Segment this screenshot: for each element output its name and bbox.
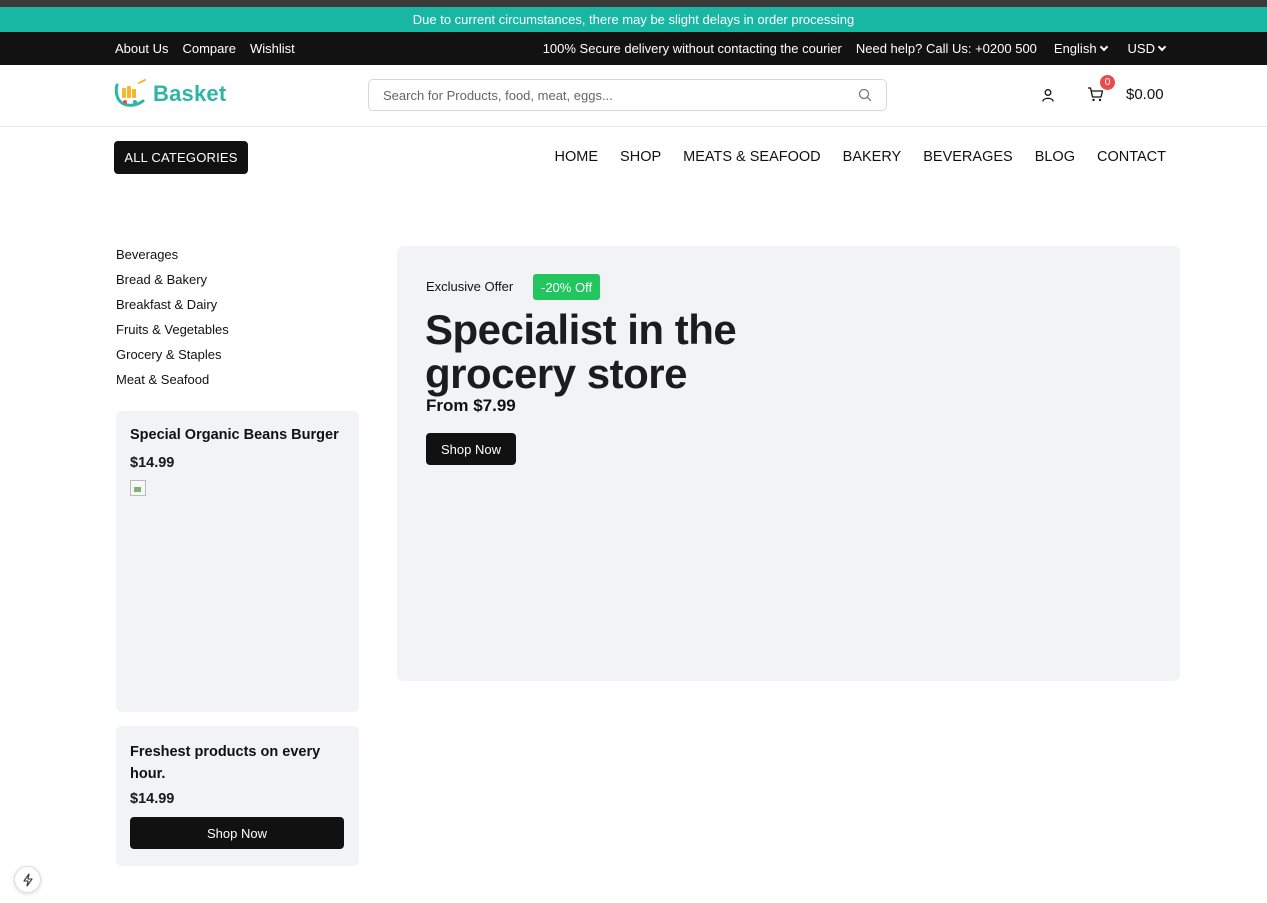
category-breakfast-dairy[interactable]: Breakfast & Dairy	[116, 296, 229, 321]
category-grocery-staples[interactable]: Grocery & Staples	[116, 346, 229, 371]
floating-action-button[interactable]	[14, 866, 41, 893]
main-nav: HOME SHOP MEATS & SEAFOOD BAKERY BEVERAG…	[555, 149, 1166, 165]
compare-link[interactable]: Compare	[182, 41, 235, 56]
shop-now-button[interactable]: Shop Now	[130, 817, 344, 849]
logo[interactable]: Basket	[113, 79, 226, 109]
help-phone-text: Need help? Call Us: +0200 500	[855, 41, 1037, 56]
wishlist-link[interactable]: Wishlist	[250, 41, 295, 56]
category-fruits-vegetables[interactable]: Fruits & Vegetables	[116, 321, 229, 346]
hero-title: Specialist in the grocery store	[425, 306, 737, 397]
nav-bakery[interactable]: BAKERY	[843, 149, 902, 165]
nav-shop[interactable]: SHOP	[620, 149, 661, 165]
nav-home[interactable]: HOME	[555, 149, 599, 165]
hero-shop-now-button[interactable]: Shop Now	[426, 433, 516, 465]
category-beverages[interactable]: Beverages	[116, 246, 229, 271]
announcement-bar: Due to current circumstances, there may …	[0, 7, 1267, 32]
top-bar-links: About Us Compare Wishlist	[115, 32, 295, 65]
top-bar-info: 100% Secure delivery without contacting …	[542, 32, 1167, 65]
cart-icon[interactable]	[1087, 86, 1104, 103]
logo-text: Basket	[153, 81, 227, 106]
navigation-row: ALL CATEGORIES HOME SHOP MEATS & SEAFOOD…	[0, 127, 1267, 187]
promo-title: Special Organic Beans Burger	[130, 427, 339, 443]
basket-logo-icon	[114, 79, 146, 107]
browser-top-strip	[0, 0, 1267, 7]
cart-total[interactable]: $0.00	[1126, 86, 1164, 103]
search-icon[interactable]	[858, 88, 872, 102]
search-bar[interactable]	[368, 79, 887, 111]
language-value: English	[1053, 41, 1097, 56]
user-icon[interactable]	[1040, 87, 1056, 103]
currency-value: USD	[1127, 41, 1155, 56]
lightning-icon	[22, 872, 33, 887]
nav-contact[interactable]: CONTACT	[1097, 149, 1166, 165]
promo-card-freshest: Freshest products on every hour. $14.99 …	[116, 726, 359, 866]
search-input[interactable]	[383, 87, 858, 103]
promo-price: $14.99	[130, 455, 175, 471]
currency-dropdown[interactable]: USD	[1127, 41, 1167, 56]
discount-badge: -20% Off	[533, 274, 601, 300]
category-bread-bakery[interactable]: Bread & Bakery	[116, 271, 229, 296]
nav-beverages[interactable]: BEVERAGES	[923, 149, 1012, 165]
nav-meats-seafood[interactable]: MEATS & SEAFOOD	[683, 149, 821, 165]
category-meat-seafood[interactable]: Meat & Seafood	[116, 371, 229, 396]
exclusive-offer-label: Exclusive Offer	[426, 279, 514, 294]
site-header: Basket 0 $0.00	[0, 65, 1267, 127]
all-categories-button[interactable]: ALL CATEGORIES	[114, 141, 248, 174]
announcement-text: Due to current circumstances, there may …	[412, 12, 855, 27]
chevron-down-icon	[1099, 42, 1108, 52]
about-us-link[interactable]: About Us	[115, 41, 168, 56]
category-list: Beverages Bread & Bakery Breakfast & Dai…	[116, 246, 229, 396]
promo-card-beans-burger[interactable]: Special Organic Beans Burger $14.99	[116, 411, 359, 712]
broken-image-icon	[130, 480, 146, 496]
promo-price: $14.99	[130, 791, 175, 807]
promo-title: Freshest products on every hour.	[130, 744, 321, 782]
language-dropdown[interactable]: English	[1053, 41, 1108, 56]
nav-blog[interactable]: BLOG	[1035, 149, 1075, 165]
hero-banner: Exclusive Offer -20% Off Specialist in t…	[397, 246, 1180, 681]
hero-price: From $7.99	[426, 396, 516, 415]
cart-count-badge: 0	[1100, 75, 1115, 90]
secure-delivery-text: 100% Secure delivery without contacting …	[542, 41, 842, 56]
chevron-down-icon	[1157, 42, 1167, 52]
top-bar: About Us Compare Wishlist 100% Secure de…	[0, 32, 1267, 65]
